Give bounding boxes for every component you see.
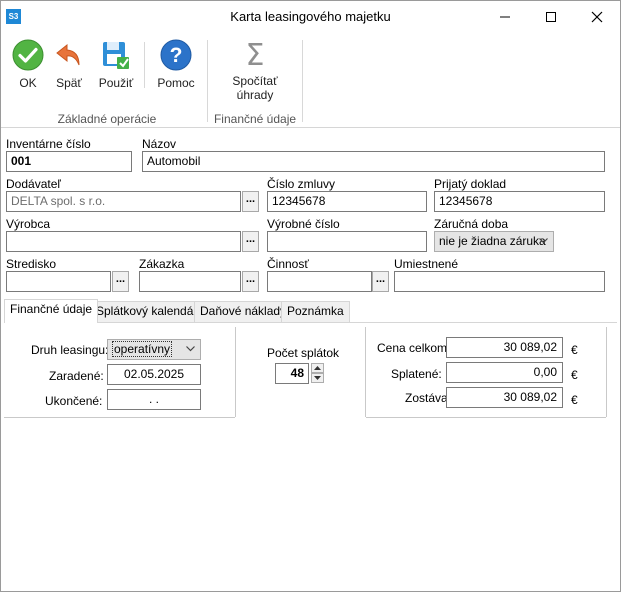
apply-label: Použiť xyxy=(98,76,134,90)
leasing-type-select[interactable]: operatívny xyxy=(107,339,201,360)
panel-divider xyxy=(365,327,366,417)
close-icon xyxy=(591,11,603,22)
currency-symbol: € xyxy=(571,343,578,357)
installments-count-field[interactable]: 48 xyxy=(275,363,309,384)
order-field[interactable] xyxy=(139,271,241,292)
warranty-label: Záručná doba xyxy=(434,217,509,231)
undo-arrow-icon xyxy=(52,38,86,72)
cost-center-field[interactable] xyxy=(6,271,111,292)
installments-count-label: Počet splátok xyxy=(267,346,340,360)
tab-installment-calendar[interactable]: Splátkový kalendár xyxy=(90,301,204,322)
apply-button[interactable]: Použiť xyxy=(96,38,136,98)
manufacturer-field[interactable] xyxy=(6,231,241,252)
name-field[interactable]: Automobil xyxy=(142,151,605,172)
calculate-payments-label: Spočítať úhrady xyxy=(232,74,278,102)
currency-symbol: € xyxy=(571,368,578,382)
paid-label: Splatené: xyxy=(391,367,442,381)
minimize-icon xyxy=(500,16,510,17)
paid-field[interactable]: 0,00 xyxy=(446,362,563,383)
leasing-type-value: operatívny xyxy=(112,341,173,357)
panel-divider xyxy=(606,327,607,417)
tab-financial-data[interactable]: Finančné údaje xyxy=(4,299,99,323)
panel-divider xyxy=(235,327,236,417)
chevron-down-icon xyxy=(539,238,548,244)
placement-field[interactable] xyxy=(394,271,605,292)
group-finance-label: Finančné údaje xyxy=(213,112,297,126)
assigned-date-label: Zaradené: xyxy=(49,369,104,383)
inventory-number-field[interactable]: 001 xyxy=(6,151,132,172)
ok-button[interactable]: OK xyxy=(10,38,46,98)
tab-tax-costs[interactable]: Daňové náklady xyxy=(194,301,293,322)
order-browse-button[interactable]: ... xyxy=(242,271,259,292)
help-label: Pomoc xyxy=(157,76,195,90)
assigned-date-field[interactable]: 02.05.2025 xyxy=(107,364,201,385)
chevron-down-icon xyxy=(186,346,195,352)
maximize-icon xyxy=(546,11,556,22)
manufacturer-label: Výrobca xyxy=(6,217,51,231)
title-bar: S3 Karta leasingového majetku xyxy=(1,1,620,32)
total-price-label: Cena celkom: xyxy=(377,341,451,355)
warranty-select[interactable]: nie je žiadna záruka xyxy=(434,231,554,252)
svg-text:?: ? xyxy=(170,44,183,67)
activity-label: Činnosť xyxy=(267,257,309,271)
help-button[interactable]: ? Pomoc xyxy=(154,38,198,98)
warranty-value: nie je žiadna záruka xyxy=(439,234,546,248)
serial-number-field[interactable] xyxy=(267,231,427,252)
remaining-field[interactable]: 30 089,02 xyxy=(446,387,563,408)
ok-label: OK xyxy=(19,76,37,90)
activity-field[interactable] xyxy=(267,271,372,292)
calculate-payments-button[interactable]: Σ Spočítať úhrady xyxy=(223,38,287,102)
back-button[interactable]: Späť xyxy=(51,38,87,98)
order-label: Zákazka xyxy=(139,257,185,271)
remaining-label: Zostáva xyxy=(405,391,448,405)
back-label: Späť xyxy=(56,76,82,90)
supplier-browse-button[interactable]: ... xyxy=(242,191,259,212)
stepper-down-icon[interactable] xyxy=(311,373,324,383)
maximize-button[interactable] xyxy=(528,1,574,32)
panel-divider xyxy=(4,417,235,418)
inventory-number-label: Inventárne číslo xyxy=(6,137,91,151)
sigma-icon: Σ xyxy=(238,38,272,70)
ribbon-group-separator xyxy=(302,40,303,122)
currency-symbol: € xyxy=(571,393,578,407)
help-icon: ? xyxy=(159,38,193,72)
check-icon xyxy=(11,38,45,72)
supplier-label: Dodávateľ xyxy=(6,177,61,191)
minimize-button[interactable] xyxy=(482,1,528,32)
leasing-type-label: Druh leasingu: xyxy=(31,343,109,357)
ended-date-label: Ukončené: xyxy=(45,394,103,408)
received-document-field[interactable]: 12345678 xyxy=(434,191,605,212)
close-button[interactable] xyxy=(574,1,620,32)
activity-browse-button[interactable]: ... xyxy=(372,271,389,292)
ended-date-field[interactable]: . . xyxy=(107,389,201,410)
serial-number-label: Výrobné číslo xyxy=(267,217,340,231)
panel-divider xyxy=(366,417,606,418)
supplier-field[interactable]: DELTA spol. s r.o. xyxy=(6,191,241,212)
ribbon-group-separator xyxy=(207,40,208,122)
cost-center-label: Stredisko xyxy=(6,257,57,271)
name-label: Názov xyxy=(142,137,177,151)
leasing-asset-window: S3 Karta leasingového majetku OK Späť Po… xyxy=(0,0,621,592)
contract-number-label: Číslo zmluvy xyxy=(267,177,336,191)
placement-label: Umiestnené xyxy=(394,257,459,271)
svg-text:Σ: Σ xyxy=(246,38,265,70)
save-disk-icon xyxy=(99,38,133,72)
installments-stepper[interactable] xyxy=(311,363,324,384)
group-basic-label: Základné operácie xyxy=(57,112,157,126)
total-price-field[interactable]: 30 089,02 xyxy=(446,337,563,358)
ribbon-separator xyxy=(144,42,145,88)
stepper-up-icon[interactable] xyxy=(311,363,324,373)
ribbon: OK Späť Použiť ? Pomoc Základné operácie… xyxy=(1,32,620,128)
tab-note[interactable]: Poznámka xyxy=(281,301,350,322)
contract-number-field[interactable]: 12345678 xyxy=(267,191,427,212)
cost-center-browse-button[interactable]: ... xyxy=(112,271,129,292)
manufacturer-browse-button[interactable]: ... xyxy=(242,231,259,252)
received-document-label: Prijatý doklad xyxy=(434,177,507,191)
